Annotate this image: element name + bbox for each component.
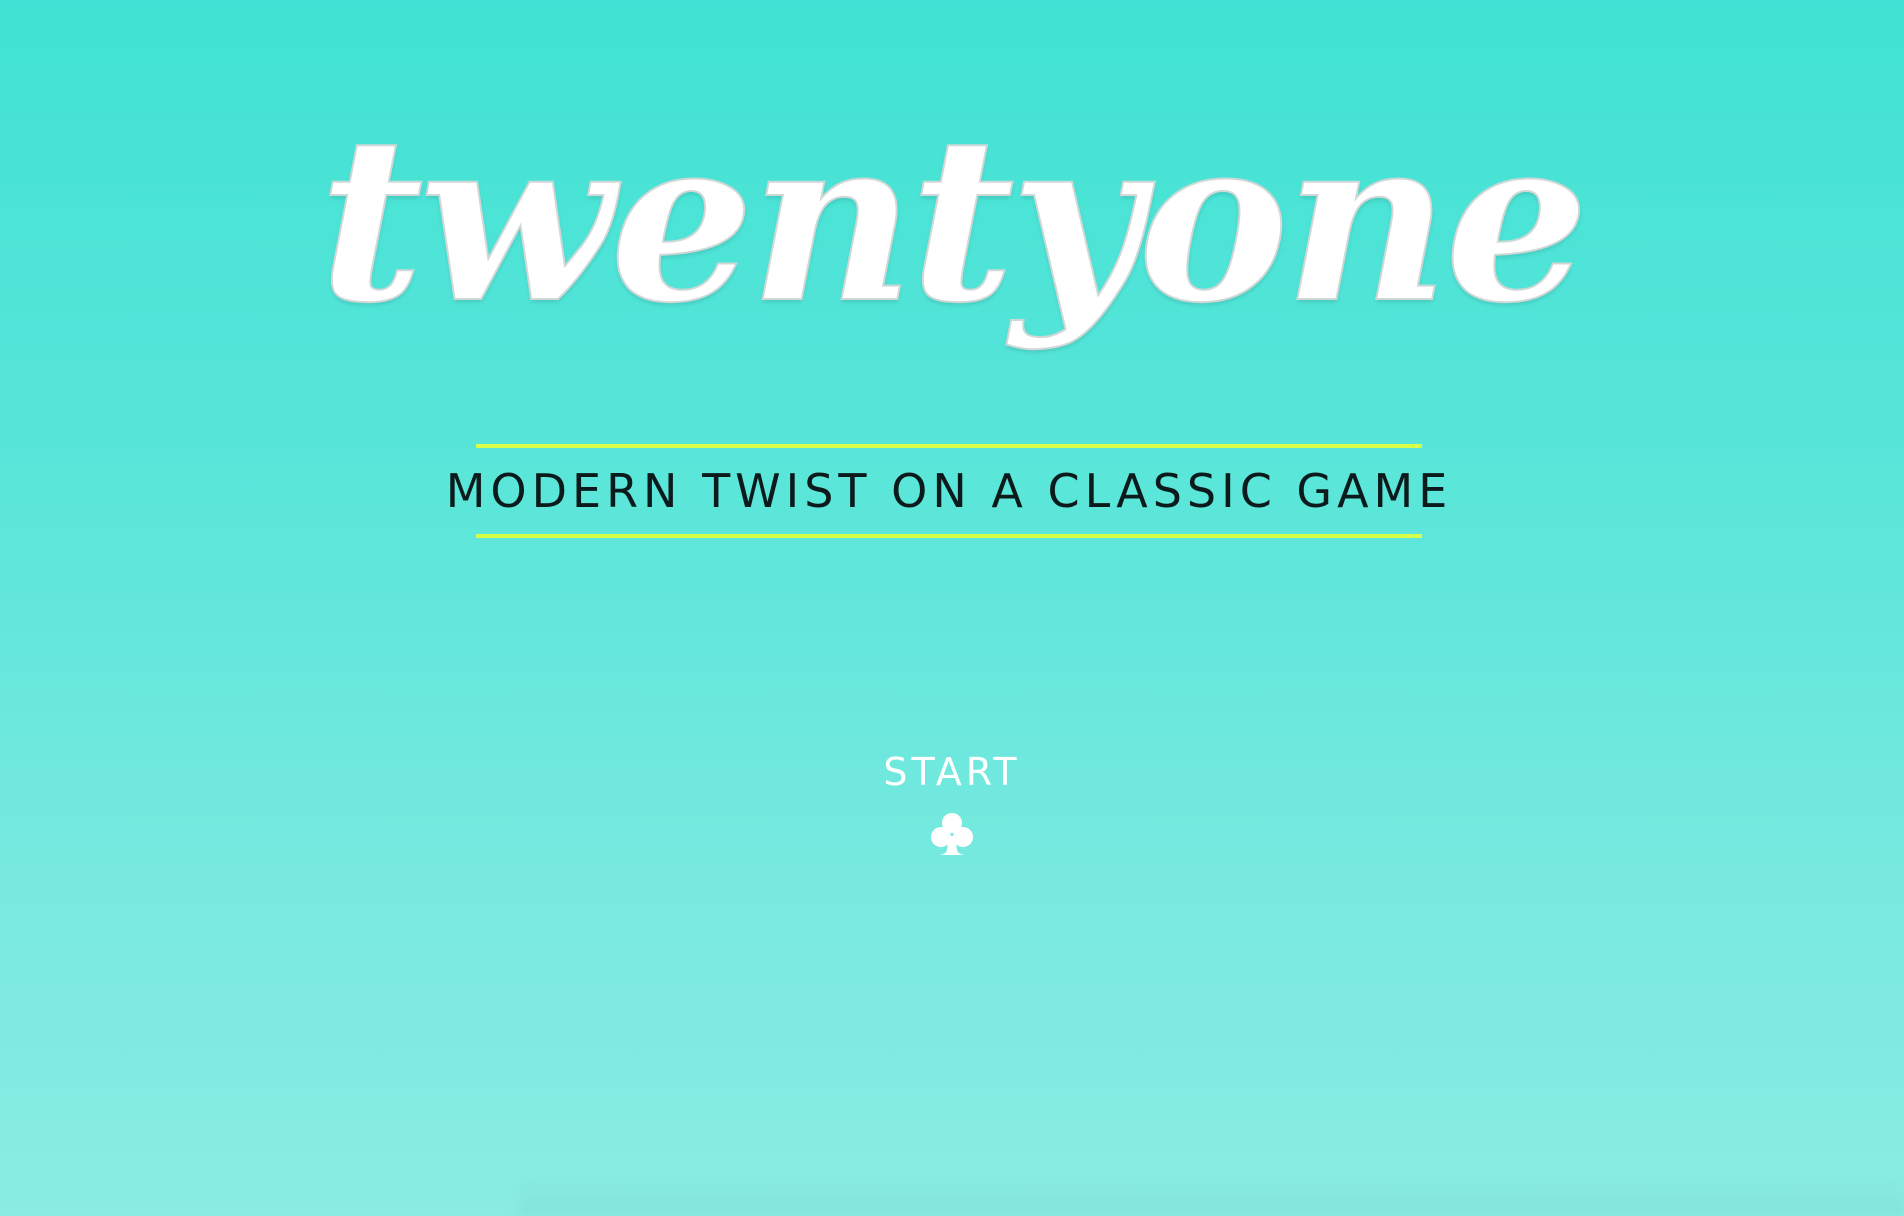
start-label[interactable]: START xyxy=(852,748,1052,796)
tagline-banner: MODERN TWIST ON A CLASSIC GAME xyxy=(446,444,1447,538)
start-button[interactable]: START xyxy=(852,748,1052,868)
title-screen: twentyone MODERN TWIST ON A CLASSIC GAME… xyxy=(0,0,1904,1216)
floor-shadow xyxy=(520,1180,1904,1216)
game-logo: twentyone xyxy=(318,88,1590,353)
club-icon[interactable] xyxy=(928,810,976,858)
tagline: MODERN TWIST ON A CLASSIC GAME xyxy=(445,464,1453,518)
logo-container: twentyone xyxy=(0,88,1904,353)
